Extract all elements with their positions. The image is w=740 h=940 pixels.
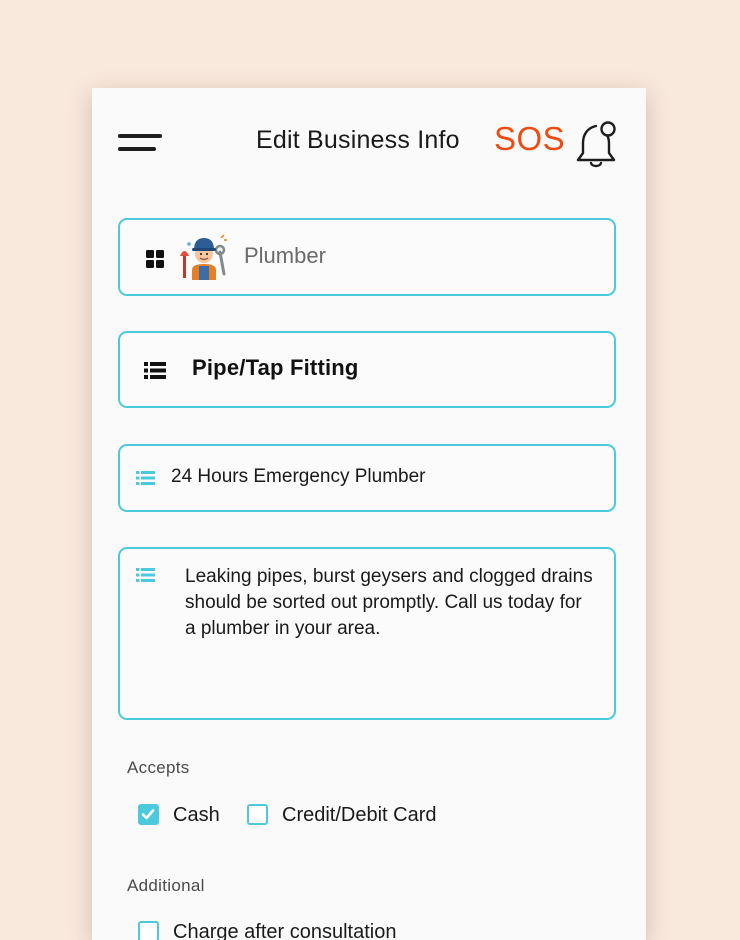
app-header: Edit Business Info SOS	[92, 88, 646, 198]
card-checkbox[interactable]	[247, 804, 268, 825]
bell-icon[interactable]	[574, 120, 622, 170]
page-title: Edit Business Info	[256, 126, 460, 154]
list-icon	[136, 568, 155, 582]
accepts-label: Accepts	[127, 758, 190, 777]
consultation-checkbox[interactable]	[138, 921, 159, 940]
category-field[interactable]: Plumber	[118, 218, 616, 296]
service-value: Pipe/Tap Fitting	[192, 355, 359, 380]
cash-checkbox[interactable]	[138, 804, 159, 825]
plumber-icon	[180, 234, 227, 280]
sos-button[interactable]: SOS	[494, 120, 565, 158]
consultation-checkbox-label[interactable]: Charge after consultation	[173, 921, 396, 940]
checkmark-icon	[141, 809, 155, 820]
service-field[interactable]: Pipe/Tap Fitting	[118, 331, 616, 408]
list-icon	[136, 471, 155, 485]
phone-screen: Edit Business Info SOS Plumber Pipe/Tap …	[92, 88, 646, 940]
business-title-field[interactable]: 24 Hours Emergency Plumber	[118, 444, 616, 512]
category-value: Plumber	[244, 243, 326, 268]
description-value: Leaking pipes, burst geysers and clogged…	[185, 566, 593, 639]
additional-label: Additional	[127, 876, 205, 895]
cash-checkbox-label[interactable]: Cash	[173, 804, 220, 827]
description-field[interactable]: Leaking pipes, burst geysers and clogged…	[118, 547, 616, 720]
business-title-value: 24 Hours Emergency Plumber	[171, 466, 426, 487]
list-icon	[144, 362, 166, 379]
card-checkbox-label[interactable]: Credit/Debit Card	[282, 804, 437, 827]
hamburger-menu-icon[interactable]	[118, 132, 164, 156]
grid-icon	[146, 250, 164, 268]
